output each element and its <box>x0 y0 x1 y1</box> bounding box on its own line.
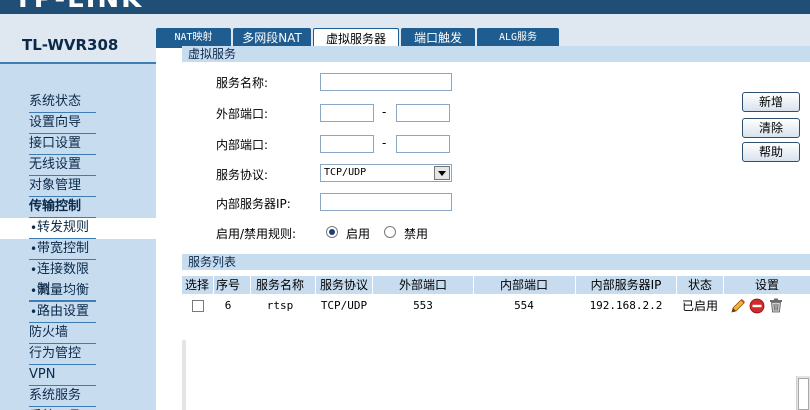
protocol-label: 服务协议: <box>216 168 269 182</box>
protocol-selected-value: TCP/UDP <box>324 167 367 178</box>
row-index: 6 <box>224 299 232 312</box>
rule-toggle-label: 启用/禁用规则: <box>216 227 297 241</box>
sidebar-item-label: 带宽控制 <box>29 239 96 260</box>
model-box: TL-WVR308 <box>0 28 156 64</box>
enable-radio-label: 启用 <box>346 227 371 241</box>
add-button[interactable]: 新增 <box>742 92 800 112</box>
external-port-dash: - <box>382 105 387 119</box>
service-name-input[interactable] <box>320 73 452 91</box>
row-select-checkbox[interactable] <box>192 300 204 312</box>
protocol-select[interactable]: TCP/UDP <box>320 164 452 182</box>
external-port-label: 外部端口: <box>216 107 269 121</box>
row-server-ip: 192.168.2.2 <box>589 299 663 312</box>
bullet-icon: • <box>30 263 38 277</box>
sidebar-item-0[interactable]: 系统状态 <box>0 92 156 113</box>
sidebar-item-9[interactable]: • 流量均衡 <box>0 281 156 302</box>
sidebar-item-label: 设置向导 <box>29 113 96 134</box>
col-index: 序号 <box>215 278 240 292</box>
server-ip-label: 内部服务器IP: <box>216 197 291 211</box>
sidebar-item-label: 系统状态 <box>29 92 96 113</box>
internal-port-label: 内部端口: <box>216 138 269 152</box>
disable-radio[interactable] <box>384 226 396 238</box>
sidebar-item-label: 流量均衡 <box>29 281 96 302</box>
sidebar-nav: 系统状态 设置向导 接口设置 无线设置 对象管理 传输控制 • 转发规则 • 带宽控制 • 连接数限制… <box>0 92 156 410</box>
table-row: 6 rtsp TCP/UDP 553 554 192.168.2.2 已启用 <box>182 296 810 316</box>
sidebar-item-12[interactable]: 行为管控 <box>0 344 156 365</box>
sidebar-item-14[interactable]: 系统服务 <box>0 386 156 407</box>
help-button[interactable]: 帮助 <box>742 142 800 162</box>
sidebar-item-8[interactable]: • 连接数限制 <box>0 260 156 301</box>
tab-virtual-server[interactable]: 虚拟服务器 <box>313 28 399 48</box>
left-panel: TL-WVR308 系统状态 设置向导 接口设置 无线设置 对象管理 传输控制 • 转发规则 •… <box>0 28 156 410</box>
table-scroll-edge <box>182 340 186 410</box>
model-name: TL-WVR308 <box>22 36 119 54</box>
brand-logo: TP-LINK <box>14 0 143 14</box>
enable-radio[interactable] <box>326 226 338 238</box>
sidebar-item-label: 对象管理 <box>29 176 96 197</box>
edit-icon[interactable] <box>730 298 746 314</box>
row-status: 已启用 <box>681 299 718 313</box>
banner-strip <box>0 14 810 28</box>
disable-icon[interactable] <box>749 298 765 314</box>
server-ip-input[interactable] <box>320 193 452 211</box>
row-internal-port: 554 <box>514 299 534 312</box>
row-service-name: rtsp <box>266 299 294 312</box>
sidebar-item-label: 接口设置 <box>29 134 96 155</box>
tab-bar: NAT映射 多网段NAT 虚拟服务器 端口触发 ALG服务 <box>156 28 810 48</box>
internal-port-dash: - <box>382 136 387 150</box>
dropdown-arrow-icon[interactable] <box>434 166 450 180</box>
sidebar-item-label: 行为管控 <box>29 344 96 365</box>
row-external-port: 553 <box>413 299 433 312</box>
col-settings: 设置 <box>754 278 779 292</box>
sidebar-item-label: VPN <box>29 365 96 386</box>
vertical-scrollbar[interactable] <box>796 376 810 410</box>
top-banner: TP-LINK <box>0 0 810 14</box>
col-external-port: 外部端口 <box>398 278 447 292</box>
sidebar-item-label: 防火墙 <box>29 323 96 344</box>
col-select: 选择 <box>184 278 209 292</box>
disable-radio-label: 禁用 <box>404 227 429 241</box>
col-server-ip: 内部服务器IP <box>590 278 662 292</box>
service-name-label: 服务名称: <box>216 76 269 90</box>
col-internal-port: 内部端口 <box>499 278 548 292</box>
sidebar-item-label: 转发规则 <box>29 218 96 239</box>
sidebar-item-1[interactable]: 设置向导 <box>0 113 156 134</box>
bullet-icon: • <box>30 242 38 256</box>
sidebar-item-2[interactable]: 接口设置 <box>0 134 156 155</box>
external-port-from-input[interactable] <box>320 104 374 122</box>
virtual-service-section-title: 虚拟服务 <box>182 46 810 62</box>
bullet-icon: • <box>30 305 38 319</box>
bullet-icon: • <box>30 221 38 235</box>
tab-port-trigger[interactable]: 端口触发 <box>401 28 475 48</box>
sidebar-item-6[interactable]: • 转发规则 <box>0 218 156 239</box>
tab-nat-mapping[interactable]: NAT映射 <box>156 28 231 48</box>
sidebar-item-11[interactable]: 防火墙 <box>0 323 156 344</box>
internal-port-to-input[interactable] <box>396 135 450 153</box>
row-protocol: TCP/UDP <box>320 299 368 312</box>
col-status: 状态 <box>687 278 712 292</box>
sidebar-item-3[interactable]: 无线设置 <box>0 155 156 176</box>
service-list-section-title: 服务列表 <box>182 254 810 270</box>
tab-multi-segment-nat[interactable]: 多网段NAT <box>233 28 311 48</box>
sidebar-item-7[interactable]: • 带宽控制 <box>0 239 156 260</box>
tab-alg-service[interactable]: ALG服务 <box>477 28 559 48</box>
sidebar-item-label: 传输控制 <box>29 197 96 218</box>
sidebar-item-4[interactable]: 对象管理 <box>0 176 156 197</box>
clear-button[interactable]: 清除 <box>742 118 800 138</box>
internal-port-from-input[interactable] <box>320 135 374 153</box>
col-protocol: 服务协议 <box>319 278 368 292</box>
sidebar-item-10[interactable]: • 路由设置 <box>0 302 156 323</box>
sidebar-item-label: 系统服务 <box>29 386 96 407</box>
col-service-name: 服务名称 <box>255 278 304 292</box>
external-port-to-input[interactable] <box>396 104 450 122</box>
sidebar-item-label: 无线设置 <box>29 155 96 176</box>
delete-icon[interactable] <box>768 297 784 313</box>
scrollbar-thumb[interactable] <box>798 378 809 410</box>
bullet-icon: • <box>30 284 38 298</box>
main-content: 虚拟服务 服务名称: 外部端口: - 内部端口: - 服务协议: TCP/UDP… <box>156 46 810 410</box>
sidebar-item-13[interactable]: VPN <box>0 365 156 386</box>
sidebar-item-5[interactable]: 传输控制 <box>0 197 156 218</box>
sidebar-item-label: 路由设置 <box>29 302 96 323</box>
